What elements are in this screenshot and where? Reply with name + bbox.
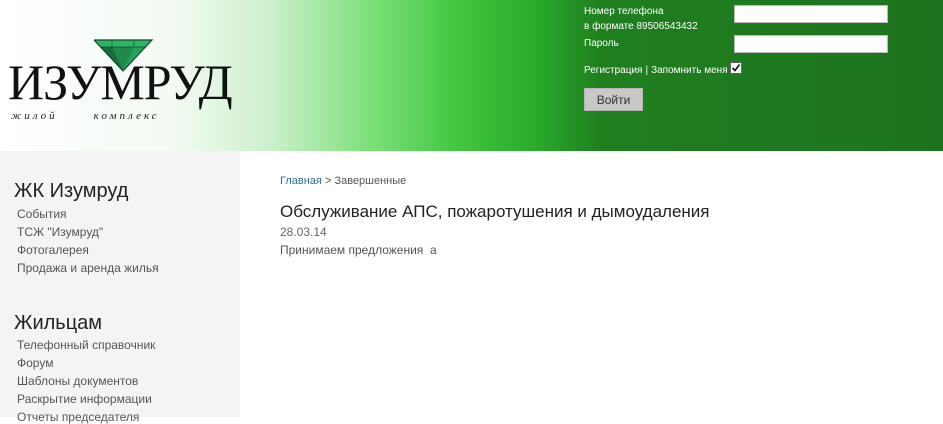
login-form: Номер телефона в формате 89506543432 Пар… [584,0,943,151]
register-remember-row: Регистрация | Запомнить меня [584,62,742,76]
page-title: Обслуживание АПС, пожаротушения и дымоуд… [280,202,710,221]
main-content: Главная > Завершенные Обслуживание АПС, … [280,151,920,417]
sidebar-item-document-templates[interactable]: Шаблоны документов [17,374,138,388]
logo-subtitle: жилой комплекс [11,110,160,122]
sidebar-section-title: Жильцам [14,312,103,334]
checkmark-icon [731,64,740,72]
logo-title: ИЗУМРУД [8,54,233,110]
logo-subtitle-word1: жилой [11,110,58,122]
register-link[interactable]: Регистрация [584,65,642,76]
sidebar-item-chairman-reports[interactable]: Отчеты председателя [17,410,139,424]
sidebar-item-phone-directory[interactable]: Телефонный справочник [17,338,155,352]
breadcrumb: Главная > Завершенные [280,175,406,187]
breadcrumb-current: Завершенные [334,175,407,187]
site-logo[interactable]: ИЗУМРУД жилой комплекс [8,38,233,128]
site-header: ИЗУМРУД жилой комплекс Номер телефона в ф… [0,0,943,151]
sidebar-item-forum[interactable]: Форум [17,356,53,370]
remember-me-label: Запомнить меня [651,64,728,76]
phone-input[interactable] [734,5,888,23]
breadcrumb-separator: > [324,175,332,187]
sidebar-item-events[interactable]: События [17,207,67,221]
password-label: Пароль [584,38,619,49]
sidebar-item-photogallery[interactable]: Фотогалерея [17,243,89,257]
sidebar-section-title: ЖК Изумруд [14,180,129,202]
login-button[interactable]: Войти [584,88,643,111]
logo-subtitle-word2: комплекс [93,110,160,122]
sidebar-item-sale-rent[interactable]: Продажа и аренда жилья [17,261,159,275]
remember-me-checkbox[interactable] [729,62,742,74]
phone-label-line1: Номер телефона [584,6,664,17]
password-input[interactable] [734,35,888,53]
post-date: 28.03.14 [280,225,327,239]
phone-label-line2: в формате 89506543432 [584,21,698,32]
sidebar-item-disclosure[interactable]: Раскрытие информации [17,392,152,406]
breadcrumb-home-link[interactable]: Главная [280,175,322,187]
sidebar: ЖК Изумруд События ТСЖ "Изумруд" Фотогал… [0,151,240,424]
link-separator: | [645,64,649,76]
sidebar-item-tszh[interactable]: ТСЖ "Изумруд" [17,225,103,239]
post-body: Принимаем предложения а [280,243,437,257]
